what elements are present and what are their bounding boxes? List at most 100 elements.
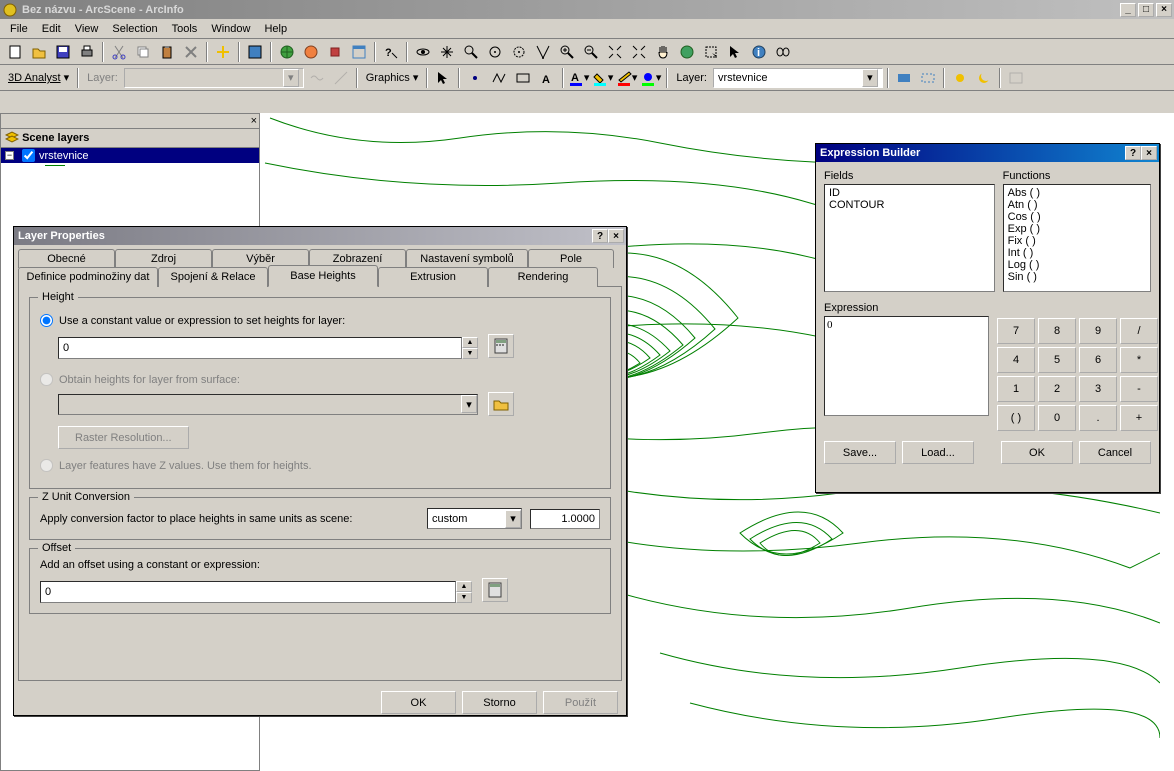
graphics-dropdown[interactable]: Graphics ▾ bbox=[362, 71, 423, 84]
toc-close-button[interactable]: × bbox=[251, 115, 257, 127]
keypad-multiply[interactable]: * bbox=[1120, 347, 1158, 373]
keypad-3[interactable]: 3 bbox=[1079, 376, 1117, 402]
pan-nav-icon[interactable] bbox=[436, 41, 458, 63]
function-item[interactable]: Atn ( ) bbox=[1006, 199, 1148, 211]
pan-icon[interactable] bbox=[652, 41, 674, 63]
zconv-mode-dropdown[interactable]: custom▾ bbox=[427, 508, 522, 529]
center-icon[interactable] bbox=[324, 41, 346, 63]
fields-list[interactable]: ID CONTOUR bbox=[824, 184, 995, 292]
keypad-4[interactable]: 4 bbox=[997, 347, 1035, 373]
radio-constant[interactable] bbox=[40, 314, 53, 327]
save-icon[interactable] bbox=[52, 41, 74, 63]
point-tool-icon[interactable] bbox=[464, 67, 486, 89]
font-color-icon[interactable]: A▾ bbox=[568, 67, 590, 89]
menu-tools[interactable]: Tools bbox=[166, 21, 204, 37]
identify-icon[interactable]: i bbox=[748, 41, 770, 63]
print-icon[interactable] bbox=[76, 41, 98, 63]
open-icon[interactable] bbox=[28, 41, 50, 63]
function-item[interactable]: Log ( ) bbox=[1006, 259, 1148, 271]
menu-file[interactable]: File bbox=[4, 21, 34, 37]
keypad-divide[interactable]: / bbox=[1120, 318, 1158, 344]
expand-icon[interactable] bbox=[604, 41, 626, 63]
function-item[interactable]: Abs ( ) bbox=[1006, 187, 1148, 199]
offset-value-field[interactable] bbox=[40, 581, 456, 603]
layer-dropdown-2[interactable]: vrstevnice▾ bbox=[713, 68, 883, 88]
tab-general[interactable]: Obecné bbox=[18, 249, 115, 268]
help-button[interactable]: ? bbox=[1125, 146, 1141, 160]
keypad-6[interactable]: 6 bbox=[1079, 347, 1117, 373]
analyst-dropdown[interactable]: 3D Analyst ▾ bbox=[4, 71, 73, 84]
tab-source[interactable]: Zdroj bbox=[115, 249, 212, 268]
tab-rendering[interactable]: Rendering bbox=[488, 267, 598, 287]
keypad-plus[interactable]: + bbox=[1120, 405, 1158, 431]
constant-value-field[interactable] bbox=[58, 337, 462, 359]
tab-extrusion[interactable]: Extrusion bbox=[378, 267, 488, 287]
layer-dropdown-1[interactable]: ▾ bbox=[124, 68, 304, 88]
menu-help[interactable]: Help bbox=[258, 21, 293, 37]
keypad-8[interactable]: 8 bbox=[1038, 318, 1076, 344]
tab-symbology[interactable]: Nastavení symbolů bbox=[406, 249, 528, 268]
paste-icon[interactable] bbox=[156, 41, 178, 63]
functions-list[interactable]: Abs ( ) Atn ( ) Cos ( ) Exp ( ) Fix ( ) … bbox=[1003, 184, 1151, 292]
field-item[interactable]: CONTOUR bbox=[827, 199, 992, 211]
globe-icon[interactable] bbox=[676, 41, 698, 63]
help-pointer-icon[interactable]: ? bbox=[380, 41, 402, 63]
keypad-parens[interactable]: ( ) bbox=[997, 405, 1035, 431]
slope-icon[interactable] bbox=[330, 67, 352, 89]
ok-button[interactable]: OK bbox=[381, 691, 456, 714]
cancel-button[interactable]: Cancel bbox=[1079, 441, 1151, 464]
full-extent-icon[interactable] bbox=[628, 41, 650, 63]
layer-visibility-checkbox[interactable] bbox=[22, 149, 35, 162]
observer-icon[interactable] bbox=[508, 41, 530, 63]
radio-constant-row[interactable]: Use a constant value or expression to se… bbox=[40, 314, 600, 327]
close-button[interactable]: × bbox=[1141, 146, 1157, 160]
navigate-icon[interactable] bbox=[276, 41, 298, 63]
keypad-7[interactable]: 7 bbox=[997, 318, 1035, 344]
moon-icon[interactable] bbox=[973, 67, 995, 89]
zoom-in-icon[interactable] bbox=[556, 41, 578, 63]
minimize-button[interactable]: _ bbox=[1120, 3, 1136, 17]
keypad-dot[interactable]: . bbox=[1079, 405, 1117, 431]
zconv-factor-input[interactable] bbox=[530, 509, 600, 529]
sun-icon[interactable] bbox=[949, 67, 971, 89]
collapse-icon[interactable]: − bbox=[5, 151, 14, 160]
keypad-9[interactable]: 9 bbox=[1079, 318, 1117, 344]
help-button[interactable]: ? bbox=[592, 229, 608, 243]
layer-properties-titlebar[interactable]: Layer Properties ? × bbox=[14, 227, 626, 245]
editor-icon1[interactable] bbox=[893, 67, 915, 89]
text-tool-icon[interactable]: A bbox=[536, 67, 558, 89]
marker-color-icon[interactable]: ▾ bbox=[640, 67, 662, 89]
fill-color-icon[interactable]: ▾ bbox=[592, 67, 614, 89]
pointer-icon[interactable] bbox=[724, 41, 746, 63]
close-button[interactable]: × bbox=[1156, 3, 1172, 17]
constant-value-input[interactable]: ▲▼ bbox=[58, 337, 478, 359]
spin-down-icon[interactable]: ▼ bbox=[456, 592, 472, 603]
scene-props-icon[interactable] bbox=[244, 41, 266, 63]
cut-icon[interactable] bbox=[108, 41, 130, 63]
tab-joins[interactable]: Spojení & Relace bbox=[158, 267, 268, 287]
spin-up-icon[interactable]: ▲ bbox=[462, 337, 478, 348]
function-item[interactable]: Cos ( ) bbox=[1006, 211, 1148, 223]
editor-icon2[interactable] bbox=[917, 67, 939, 89]
fly-icon[interactable] bbox=[300, 41, 322, 63]
new-icon[interactable] bbox=[4, 41, 26, 63]
spin-up-icon[interactable]: ▲ bbox=[456, 581, 472, 592]
keypad-0[interactable]: 0 bbox=[1038, 405, 1076, 431]
zoom-in-out-icon[interactable] bbox=[460, 41, 482, 63]
keypad-5[interactable]: 5 bbox=[1038, 347, 1076, 373]
select-icon[interactable] bbox=[700, 41, 722, 63]
expression-builder-titlebar[interactable]: Expression Builder ? × bbox=[816, 144, 1159, 162]
menu-selection[interactable]: Selection bbox=[106, 21, 163, 37]
maximize-button[interactable]: □ bbox=[1138, 3, 1154, 17]
offset-expression-button[interactable] bbox=[482, 578, 508, 602]
menu-view[interactable]: View bbox=[69, 21, 105, 37]
toc-layer-item[interactable]: − vrstevnice bbox=[1, 148, 259, 163]
orbit-icon[interactable] bbox=[412, 41, 434, 63]
polygon-tool-icon[interactable] bbox=[512, 67, 534, 89]
load-button[interactable]: Load... bbox=[902, 441, 974, 464]
tab-definition[interactable]: Definice podminožiny dat bbox=[18, 267, 158, 287]
keypad-minus[interactable]: - bbox=[1120, 376, 1158, 402]
keypad-2[interactable]: 2 bbox=[1038, 376, 1076, 402]
arrow-tool-icon[interactable] bbox=[432, 67, 454, 89]
ok-button[interactable]: OK bbox=[1001, 441, 1073, 464]
